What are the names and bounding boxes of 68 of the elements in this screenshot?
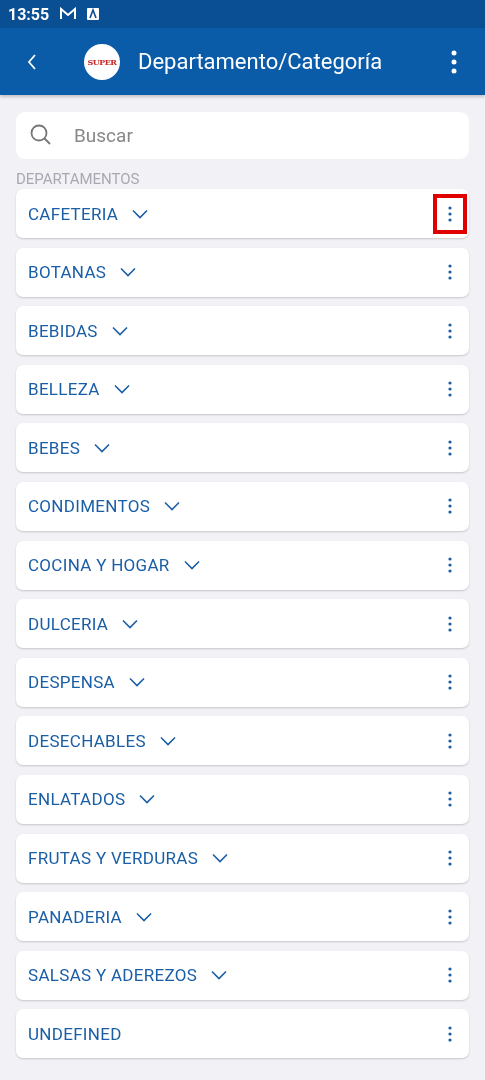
chevron-down-icon[interactable] — [111, 325, 128, 336]
department-name: CAFETERIA — [28, 203, 119, 224]
department-row[interactable]: FRUTAS Y VERDURAS — [16, 833, 469, 883]
chevron-down-icon[interactable] — [159, 735, 176, 746]
search-field[interactable]: Buscar — [16, 112, 469, 159]
department-name: SALSAS Y ADEREZOS — [28, 965, 198, 986]
more-icon[interactable] — [451, 49, 457, 74]
more-icon[interactable] — [448, 850, 452, 867]
more-icon[interactable] — [448, 791, 452, 808]
department-row[interactable]: ENLATADOS — [16, 774, 469, 824]
section-label: DEPARTAMENTOS — [16, 169, 141, 189]
department-name: BEBIDAS — [28, 320, 98, 341]
status-time: 13:55 — [8, 4, 50, 24]
mail-icon — [59, 7, 78, 21]
more-icon[interactable] — [448, 381, 452, 398]
department-name: PANADERIA — [28, 906, 122, 927]
chevron-down-icon[interactable] — [113, 384, 130, 395]
department-row[interactable]: BELLEZA — [16, 364, 469, 414]
chevron-down-icon[interactable] — [132, 208, 149, 219]
back-icon[interactable] — [26, 52, 38, 71]
department-name: COCINA Y HOGAR — [28, 555, 170, 576]
more-icon[interactable] — [448, 498, 452, 515]
logo-text: SUPER — [87, 56, 117, 67]
department-row[interactable]: CAFETERIA — [16, 189, 469, 238]
department-row[interactable]: BEBES — [16, 423, 469, 473]
notification-icon — [87, 8, 100, 20]
more-icon[interactable] — [448, 967, 452, 984]
department-row[interactable]: COCINA Y HOGAR — [16, 540, 469, 590]
department-name: ENLATADOS — [28, 789, 126, 810]
more-icon[interactable] — [448, 439, 452, 456]
more-icon[interactable] — [448, 557, 452, 574]
chevron-down-icon[interactable] — [212, 853, 229, 864]
chevron-down-icon[interactable] — [164, 501, 181, 512]
chevron-down-icon[interactable] — [183, 560, 200, 571]
department-name: DESPENSA — [28, 672, 115, 693]
department-name: CONDIMENTOS — [28, 496, 151, 517]
chevron-down-icon[interactable] — [135, 911, 152, 922]
more-icon[interactable] — [448, 732, 452, 749]
department-name: BOTANAS — [28, 262, 107, 283]
screen-title: Departamento/Categoría — [138, 49, 384, 74]
department-row[interactable]: BEBIDAS — [16, 306, 469, 356]
department-name: BELLEZA — [28, 379, 100, 400]
chevron-down-icon[interactable] — [211, 970, 228, 981]
chevron-down-icon[interactable] — [120, 267, 137, 278]
department-name: FRUTAS Y VERDURAS — [28, 848, 199, 869]
department-name: BEBES — [28, 437, 81, 458]
chevron-down-icon[interactable] — [122, 618, 139, 629]
department-row[interactable]: PANADERIA — [16, 892, 469, 942]
department-row[interactable]: UNDEFINED — [16, 1009, 469, 1059]
chevron-down-icon[interactable] — [129, 677, 145, 688]
chevron-down-icon[interactable] — [94, 442, 111, 453]
more-icon[interactable] — [448, 615, 452, 632]
more-icon[interactable] — [448, 205, 452, 222]
department-row[interactable]: SALSAS Y ADEREZOS — [16, 950, 469, 1000]
department-name: UNDEFINED — [28, 1023, 122, 1044]
more-icon[interactable] — [448, 1025, 452, 1042]
more-icon[interactable] — [448, 908, 452, 925]
department-row[interactable]: BOTANAS — [16, 247, 469, 297]
department-row[interactable]: DESECHABLES — [16, 716, 469, 766]
department-row[interactable]: CONDIMENTOS — [16, 481, 469, 531]
more-icon[interactable] — [448, 674, 452, 691]
department-row[interactable]: DULCERIA — [16, 599, 469, 649]
more-icon[interactable] — [448, 264, 452, 281]
chevron-down-icon[interactable] — [139, 794, 156, 805]
department-row[interactable]: DESPENSA — [16, 657, 469, 707]
department-name: DULCERIA — [28, 613, 109, 634]
more-icon[interactable] — [448, 322, 452, 339]
department-name: DESECHABLES — [28, 730, 146, 751]
